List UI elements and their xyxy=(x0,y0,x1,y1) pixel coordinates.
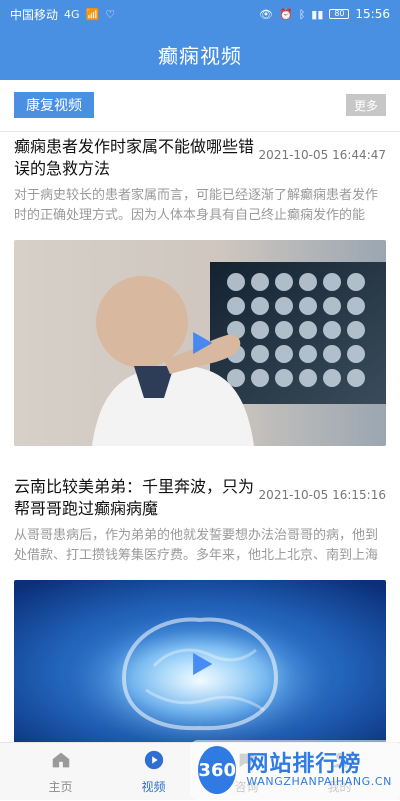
status-time: 15:56 xyxy=(355,7,390,21)
carrier-text: 中国移动 xyxy=(10,7,59,22)
app-header: 癫痫视频 xyxy=(0,28,400,80)
video-list: 癫痫患者发作时家属不能做哪些错误的急救方法 2021-10-05 16:44:4… xyxy=(0,132,400,748)
video-time: 2021-10-05 16:44:47 xyxy=(258,148,386,162)
video-item[interactable]: 云南比较美弟弟：千里奔波，只为帮哥哥跑过癫痫病魔 2021-10-05 16:1… xyxy=(0,472,400,748)
nav-home-label: 主页 xyxy=(48,779,73,794)
section-header: 康复视频 更多 xyxy=(0,80,400,132)
video-title[interactable]: 云南比较美弟弟：千里奔波，只为帮哥哥跑过癫痫病魔 xyxy=(14,476,258,520)
signal-icon: ▮▮ xyxy=(311,7,324,21)
more-button[interactable]: 更多 xyxy=(345,94,386,116)
nav-home[interactable]: 主页 xyxy=(21,743,101,801)
video-thumbnail[interactable] xyxy=(14,240,386,446)
video-item[interactable]: 癫痫患者发作时家属不能做哪些错误的急救方法 2021-10-05 16:44:4… xyxy=(0,132,400,472)
status-bar: 中国移动 4G 📶 ♡ 👁 ⏰ ᛒ ▮▮ 80 15:56 xyxy=(0,0,400,28)
battery-icon: 80 xyxy=(329,9,350,19)
bluetooth-icon: ᛒ xyxy=(298,7,306,21)
home-icon xyxy=(50,749,72,774)
watermark-text: 网站排行榜 WANGZHANPAIHANG.CN xyxy=(246,753,392,788)
play-icon xyxy=(143,749,165,774)
more-button-label: 更多 xyxy=(353,98,378,113)
eye-icon: 👁 xyxy=(259,7,273,21)
play-overlay-icon[interactable] xyxy=(178,321,222,365)
video-title[interactable]: 癫痫患者发作时家属不能做哪些错误的急救方法 xyxy=(14,136,258,180)
section-tag-label: 康复视频 xyxy=(26,98,82,114)
watermark-sub: WANGZHANPAIHANG.CN xyxy=(246,774,392,788)
page-title: 癫痫视频 xyxy=(158,43,242,68)
play-overlay-icon[interactable] xyxy=(178,642,222,686)
alarm-icon: ⏰ xyxy=(278,7,293,21)
heart-icon: ♡ xyxy=(105,7,116,21)
status-right: 👁 ⏰ ᛒ ▮▮ 80 15:56 xyxy=(259,7,390,21)
nav-video-label: 视频 xyxy=(141,779,166,794)
watermark-badge: 360 xyxy=(198,746,237,794)
video-thumbnail[interactable] xyxy=(14,580,386,748)
status-left: 中国移动 4G 📶 ♡ xyxy=(10,6,115,23)
watermark: 360 网站排行榜 WANGZHANPAIHANG.CN xyxy=(190,740,400,800)
nav-video[interactable]: 视频 xyxy=(111,743,196,801)
section-tag[interactable]: 康复视频 xyxy=(14,92,94,118)
video-item-top: 云南比较美弟弟：千里奔波，只为帮哥哥跑过癫痫病魔 2021-10-05 16:1… xyxy=(14,472,386,520)
watermark-main: 网站排行榜 xyxy=(246,751,362,777)
video-time: 2021-10-05 16:15:16 xyxy=(258,488,386,502)
wifi-icon: 📶 xyxy=(85,7,100,21)
video-description: 对于病史较长的患者家属而言，可能已经逐渐了解癫痫患者发作时的正确处理方式。因为人… xyxy=(14,188,379,223)
network-icon: 4G xyxy=(64,7,80,21)
battery-level: 80 xyxy=(334,9,345,18)
video-description: 从哥哥患病后，作为弟弟的他就发誓要想办法治哥哥的病，他到处借款、打工攒钱筹集医疗… xyxy=(14,528,379,563)
video-item-top: 癫痫患者发作时家属不能做哪些错误的急救方法 2021-10-05 16:44:4… xyxy=(14,132,386,180)
